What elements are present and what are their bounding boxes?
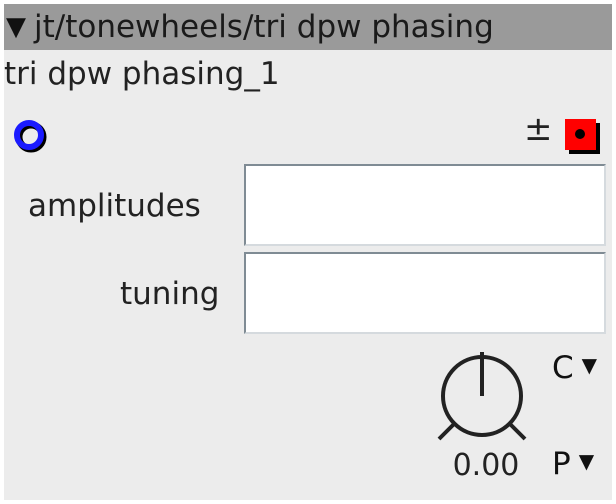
- input-port-icon[interactable]: [12, 118, 48, 154]
- dropdown-c[interactable]: C ▼: [552, 350, 597, 386]
- tuning-label: tuning: [120, 276, 220, 312]
- dropdown-p[interactable]: P ▼: [552, 446, 594, 482]
- output-port-icon[interactable]: [564, 118, 602, 156]
- collapse-toggle[interactable]: ▼: [6, 14, 26, 40]
- knob[interactable]: [436, 348, 528, 444]
- tuning-field[interactable]: [244, 252, 606, 334]
- node-panel: ▼ jt/tonewheels/tri dpw phasing tri dpw …: [4, 4, 612, 500]
- chevron-down-icon: ▼: [581, 353, 598, 377]
- plus-minus-button[interactable]: ±: [524, 112, 553, 146]
- node-name: tri dpw phasing_1: [4, 56, 280, 92]
- amplitudes-field[interactable]: [244, 164, 606, 246]
- knob-value: 0.00: [452, 448, 520, 483]
- dropdown-p-value: P: [552, 446, 571, 482]
- amplitudes-label: amplitudes: [28, 188, 201, 224]
- title-bar[interactable]: ▼ jt/tonewheels/tri dpw phasing: [4, 4, 612, 50]
- dropdown-c-value: C: [552, 350, 574, 386]
- path-title: jt/tonewheels/tri dpw phasing: [34, 9, 494, 45]
- chevron-down-icon: ▼: [578, 449, 595, 473]
